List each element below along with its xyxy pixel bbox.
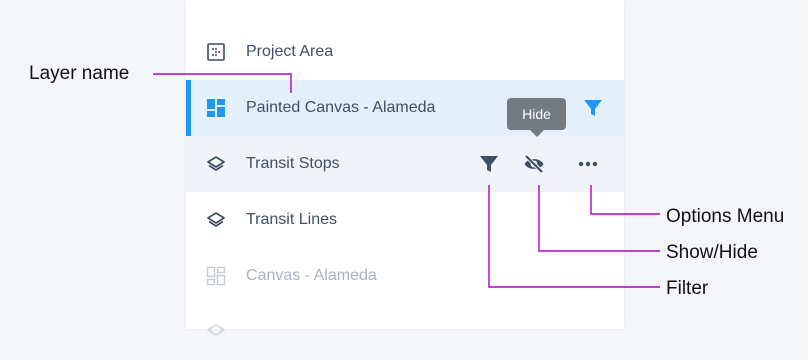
callout-line-options-menu xyxy=(590,185,660,215)
callout-line-layer-name xyxy=(153,73,292,93)
callout-line-show-hide xyxy=(538,185,660,252)
callout-filter: Filter xyxy=(666,278,709,299)
callout-layer-name: Layer name xyxy=(29,63,130,84)
callout-options-menu: Options Menu xyxy=(666,206,785,227)
callout-line-filter xyxy=(488,185,660,288)
callout-show-hide: Show/Hide xyxy=(666,242,758,263)
